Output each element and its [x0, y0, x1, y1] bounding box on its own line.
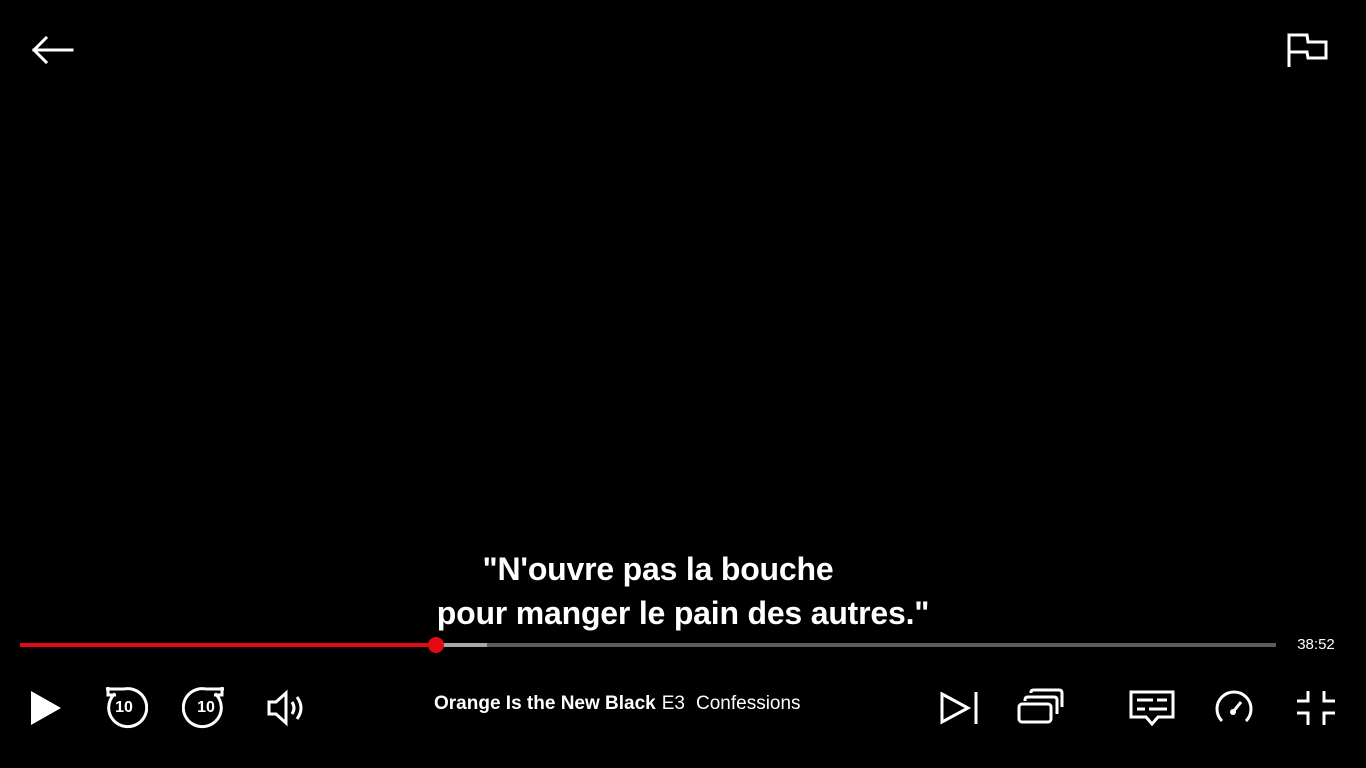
subtitle-line-2: pour manger le pain des autres." [436, 595, 930, 631]
playback-speed-icon [1212, 686, 1256, 730]
next-episode-icon [936, 686, 980, 730]
next-episode-button[interactable] [934, 684, 982, 732]
subtitles-button[interactable] [1128, 684, 1176, 732]
volume-icon [264, 686, 308, 730]
subtitle-line-1: "N'ouvre pas la bouche [482, 551, 834, 587]
exit-fullscreen-icon [1292, 684, 1340, 732]
volume-button[interactable] [262, 684, 310, 732]
playback-speed-button[interactable] [1210, 684, 1258, 732]
rewind-10-icon: 10 [100, 684, 148, 732]
progress-played [20, 643, 436, 647]
subtitle-text: "N'ouvre pas la bouche pour manger le pa… [0, 547, 1366, 635]
flag-icon [1282, 30, 1330, 75]
episode-title: Confessions [696, 693, 801, 714]
progress-scrubber-handle[interactable] [427, 637, 444, 653]
back-button[interactable] [24, 24, 80, 80]
forward-seconds-label: 10 [197, 699, 215, 716]
episodes-icon [1016, 686, 1064, 730]
forward-10-icon: 10 [182, 684, 230, 732]
arrow-left-icon [28, 34, 76, 71]
exit-fullscreen-button[interactable] [1292, 684, 1340, 732]
show-title: Orange Is the New Black [434, 693, 656, 714]
play-icon [23, 687, 65, 729]
forward-10-button[interactable]: 10 [182, 684, 230, 732]
subtitles-icon [1128, 686, 1176, 730]
episodes-button[interactable] [1016, 684, 1064, 732]
episode-number: E3 [661, 693, 685, 714]
progress-bar[interactable] [20, 634, 1276, 656]
time-remaining: 38:52 [1297, 636, 1335, 653]
video-player[interactable]: "N'ouvre pas la bouche pour manger le pa… [0, 0, 1366, 768]
report-problem-button[interactable] [1278, 24, 1334, 80]
now-playing-title: Orange Is the New Black E3 Confessions [434, 691, 801, 717]
rewind-10-button[interactable]: 10 [100, 684, 148, 732]
rewind-seconds-label: 10 [115, 699, 133, 716]
play-button[interactable] [20, 684, 68, 732]
